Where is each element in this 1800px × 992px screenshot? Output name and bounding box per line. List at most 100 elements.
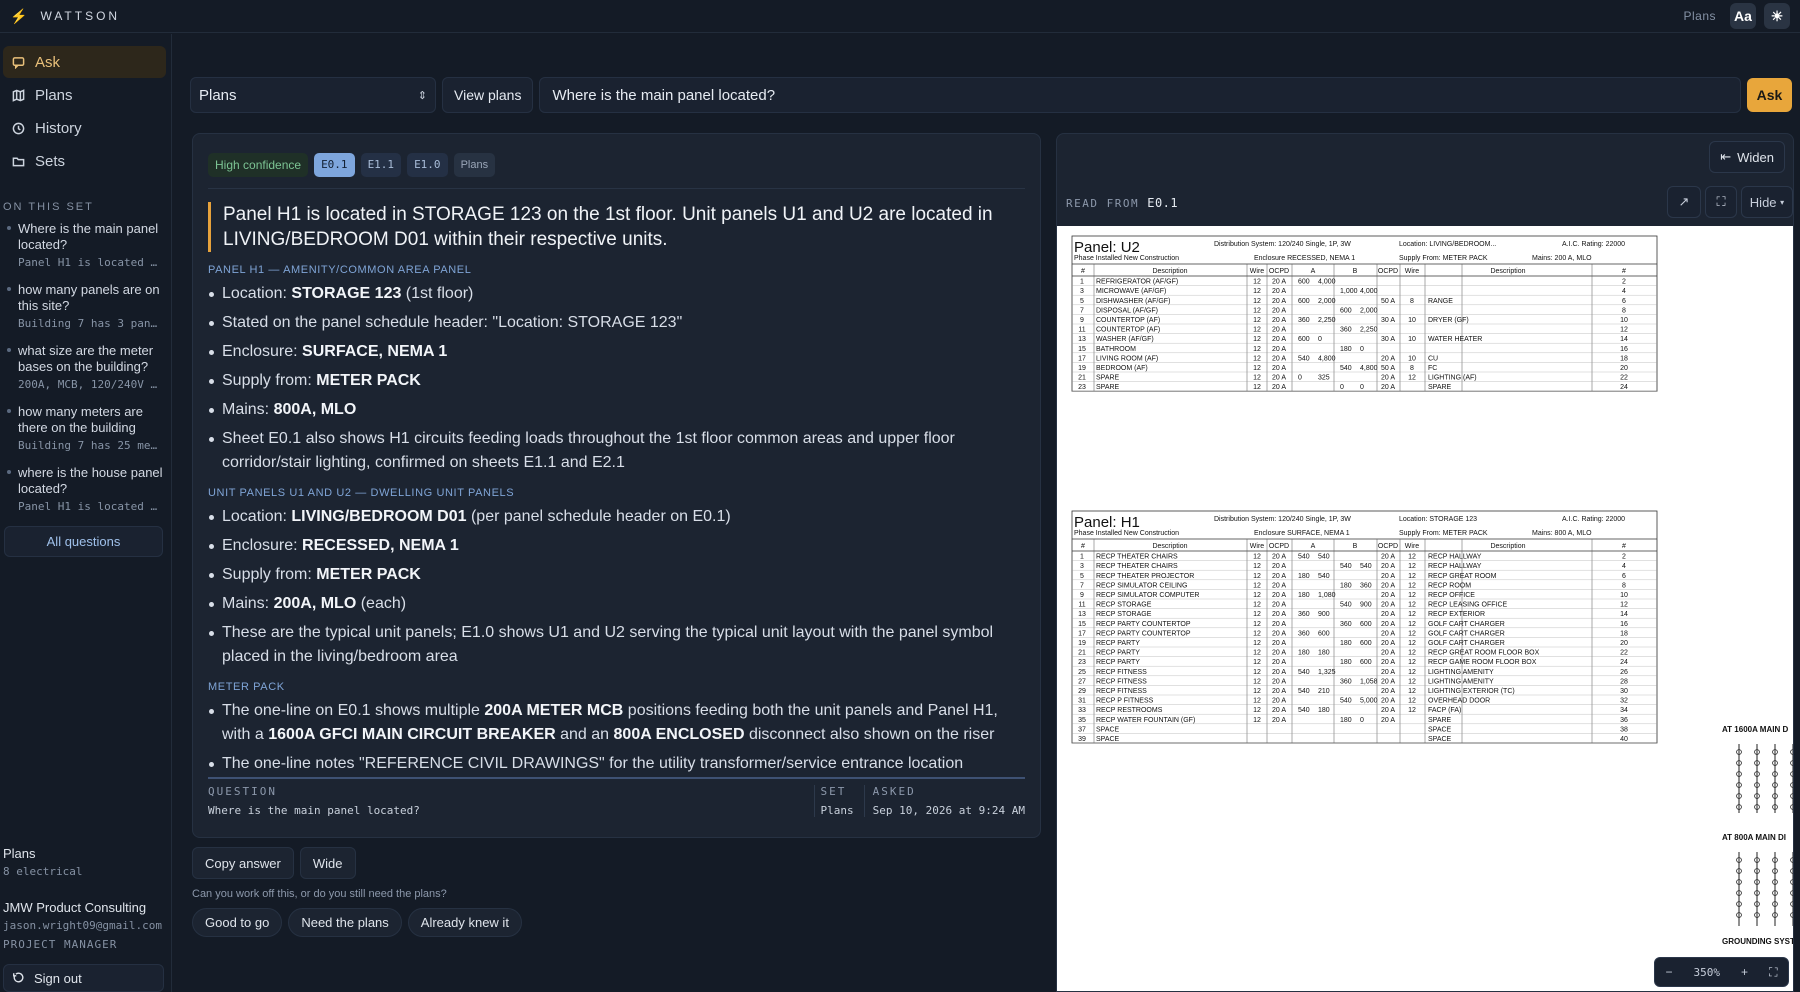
schedule-cell: 23 bbox=[1078, 384, 1086, 391]
schedule-cell: 12 bbox=[1253, 707, 1261, 714]
question-input[interactable]: Where is the main panel located? bbox=[539, 77, 1741, 113]
schedule-cell: 11 bbox=[1078, 602, 1085, 609]
caret-down-icon: ▾ bbox=[1780, 197, 1785, 207]
fullscreen-button[interactable]: ⛶ bbox=[1705, 186, 1737, 218]
theme-toggle-button[interactable]: ☀ bbox=[1764, 3, 1790, 29]
already-knew-button[interactable]: Already knew it bbox=[407, 908, 522, 937]
answer-card: High confidence E0.1 E1.1 E1.0 Plans Pan… bbox=[192, 133, 1041, 838]
schedule-cell: 12 bbox=[1408, 659, 1416, 666]
fit-icon[interactable]: ⛶ bbox=[1769, 965, 1777, 980]
question-item[interactable]: how many panels are on this site? Buildin… bbox=[0, 282, 171, 330]
panel-dist: Distribution System: 120/240 Single, 1P,… bbox=[1214, 241, 1351, 248]
feedback-prompt: Can you work off this, or do you still n… bbox=[192, 888, 447, 900]
bullet-item: Location: LIVING/BEDROOM D01 (per panel … bbox=[208, 505, 1025, 529]
updown-chevron-icon: ⇕ bbox=[417, 89, 427, 102]
one-line-node bbox=[1790, 804, 1793, 810]
schedule-cell: 20 A bbox=[1381, 554, 1395, 561]
schedule-cell: 5 bbox=[1080, 298, 1084, 305]
question-item[interactable]: how many meters are there on the buildin… bbox=[0, 404, 171, 452]
zoom-out-button[interactable]: − bbox=[1666, 965, 1673, 979]
schedule-cell: 7 bbox=[1080, 307, 1084, 314]
good-to-go-button[interactable]: Good to go bbox=[192, 908, 283, 937]
schedule-cell: 20 A bbox=[1381, 602, 1395, 609]
brand[interactable]: ⚡ WATTSON bbox=[10, 8, 120, 25]
set-select[interactable]: Plans ⇕ bbox=[190, 77, 436, 113]
schedule-cell: 13 bbox=[1078, 336, 1086, 343]
sheet-chip[interactable]: E1.1 bbox=[360, 152, 402, 177]
panel-name: Panel: H1 bbox=[1074, 514, 1140, 531]
column-header: Wire bbox=[1250, 543, 1264, 550]
question-item[interactable]: where is the house panel located? Panel H… bbox=[0, 465, 171, 513]
schedule-cell: 20 A bbox=[1381, 650, 1395, 657]
top-plans-label[interactable]: Plans bbox=[1683, 9, 1716, 23]
nav-sets[interactable]: Sets bbox=[3, 145, 166, 177]
all-questions-button[interactable]: All questions bbox=[4, 526, 163, 557]
schedule-cell: 12 bbox=[1253, 307, 1261, 314]
question-item[interactable]: what size are the meter bases on the bui… bbox=[0, 343, 171, 391]
one-line-node bbox=[1790, 793, 1793, 799]
answer-preview: Building 7 has 25 meters. bbox=[18, 439, 163, 452]
schedule-cell: 12 bbox=[1253, 288, 1261, 295]
schedule-cell: 28 bbox=[1620, 678, 1628, 685]
schedule-cell: 20 A bbox=[1381, 384, 1395, 391]
bolt-icon: ⚡ bbox=[10, 7, 31, 24]
question-item[interactable]: Where is the main panel located? Panel H1… bbox=[0, 221, 171, 269]
sheet-chip[interactable]: E1.0 bbox=[407, 152, 448, 177]
schedule-cell: 20 A bbox=[1381, 630, 1395, 637]
question-text: how many meters are there on the buildin… bbox=[18, 404, 143, 435]
schedule-cell: COUNTERTOP (AF) bbox=[1096, 327, 1160, 334]
schedule-cell: 10 bbox=[1620, 317, 1628, 324]
schedule-cell: 3 bbox=[1080, 288, 1084, 295]
copy-answer-button[interactable]: Copy answer bbox=[192, 847, 294, 879]
feedback-options: Good to go Need the plans Already knew i… bbox=[192, 908, 522, 937]
widen-button[interactable]: ⇤ Widen bbox=[1709, 141, 1785, 173]
hide-button[interactable]: Hide ▾ bbox=[1741, 186, 1793, 218]
column-header: # bbox=[1081, 543, 1085, 550]
question-text: what size are the meter bases on the bui… bbox=[18, 343, 154, 374]
schedule-cell: 22 bbox=[1620, 650, 1628, 657]
sidebar: Ask Plans History Sets ON THIS SET Where… bbox=[0, 34, 172, 992]
question-meta-label: QUESTION bbox=[208, 785, 277, 798]
panel-supply: Supply From: METER PACK bbox=[1399, 255, 1488, 262]
view-plans-button[interactable]: View plans bbox=[442, 77, 534, 113]
open-external-button[interactable]: ↗ bbox=[1667, 186, 1701, 218]
schedule-cell: 20 A bbox=[1381, 621, 1395, 628]
schedule-cell: 0 bbox=[1298, 375, 1302, 382]
schedule-cell: 1 bbox=[1080, 554, 1084, 561]
nav-ask[interactable]: Ask bbox=[3, 46, 166, 78]
schedule-cell: LIGHTING EXTERIOR (TC) bbox=[1428, 688, 1515, 695]
schedule-cell: SPACE bbox=[1428, 736, 1452, 743]
schedule-cell: 12 bbox=[1620, 327, 1628, 334]
need-plans-button[interactable]: Need the plans bbox=[288, 908, 402, 937]
sign-out-button[interactable]: Sign out bbox=[3, 964, 164, 992]
schedule-cell: RECP THEATER PROJECTOR bbox=[1096, 573, 1194, 580]
schedule-cell: 20 A bbox=[1272, 573, 1286, 580]
zoom-in-button[interactable]: + bbox=[1741, 965, 1748, 979]
schedule-cell: 360 bbox=[1298, 630, 1310, 637]
sign-out-label: Sign out bbox=[34, 970, 82, 986]
one-line-node bbox=[1790, 879, 1793, 885]
read-from-label: READ FROM bbox=[1066, 197, 1140, 210]
schedule-cell: 30 A bbox=[1381, 317, 1395, 324]
plan-sheet-image[interactable]: Panel: U2 Distribution System: 120/240 Si… bbox=[1057, 226, 1793, 991]
schedule-cell: 31 bbox=[1078, 698, 1086, 705]
schedule-cell: BATHROOM bbox=[1096, 346, 1136, 353]
answer-badges: High confidence E0.1 E1.1 E1.0 Plans bbox=[208, 151, 1025, 178]
schedule-cell: 15 bbox=[1078, 621, 1086, 628]
schedule-cell: SPARE bbox=[1096, 384, 1120, 391]
plan-viewer: ⇤ Widen READ FROM E0.1 ↗ ⛶ Hide ▾ Panel: … bbox=[1056, 133, 1794, 992]
sheet-chip[interactable]: E0.1 bbox=[314, 152, 355, 177]
nav-plans[interactable]: Plans bbox=[3, 79, 166, 111]
column-header: # bbox=[1622, 268, 1626, 275]
font-size-button[interactable]: Aa bbox=[1730, 3, 1756, 29]
nav-history[interactable]: History bbox=[3, 112, 166, 144]
wide-button[interactable]: Wide bbox=[299, 847, 356, 879]
schedule-cell: 540 bbox=[1298, 355, 1310, 362]
schedule-cell: 20 A bbox=[1272, 298, 1286, 305]
schedule-cell: 20 A bbox=[1381, 563, 1395, 570]
schedule-cell: RECP FITNESS bbox=[1096, 669, 1147, 676]
schedule-cell: 24 bbox=[1620, 384, 1628, 391]
schedule-cell: 20 A bbox=[1272, 707, 1286, 714]
schedule-cell: SPACE bbox=[1096, 726, 1120, 733]
ask-button[interactable]: Ask bbox=[1747, 78, 1792, 112]
